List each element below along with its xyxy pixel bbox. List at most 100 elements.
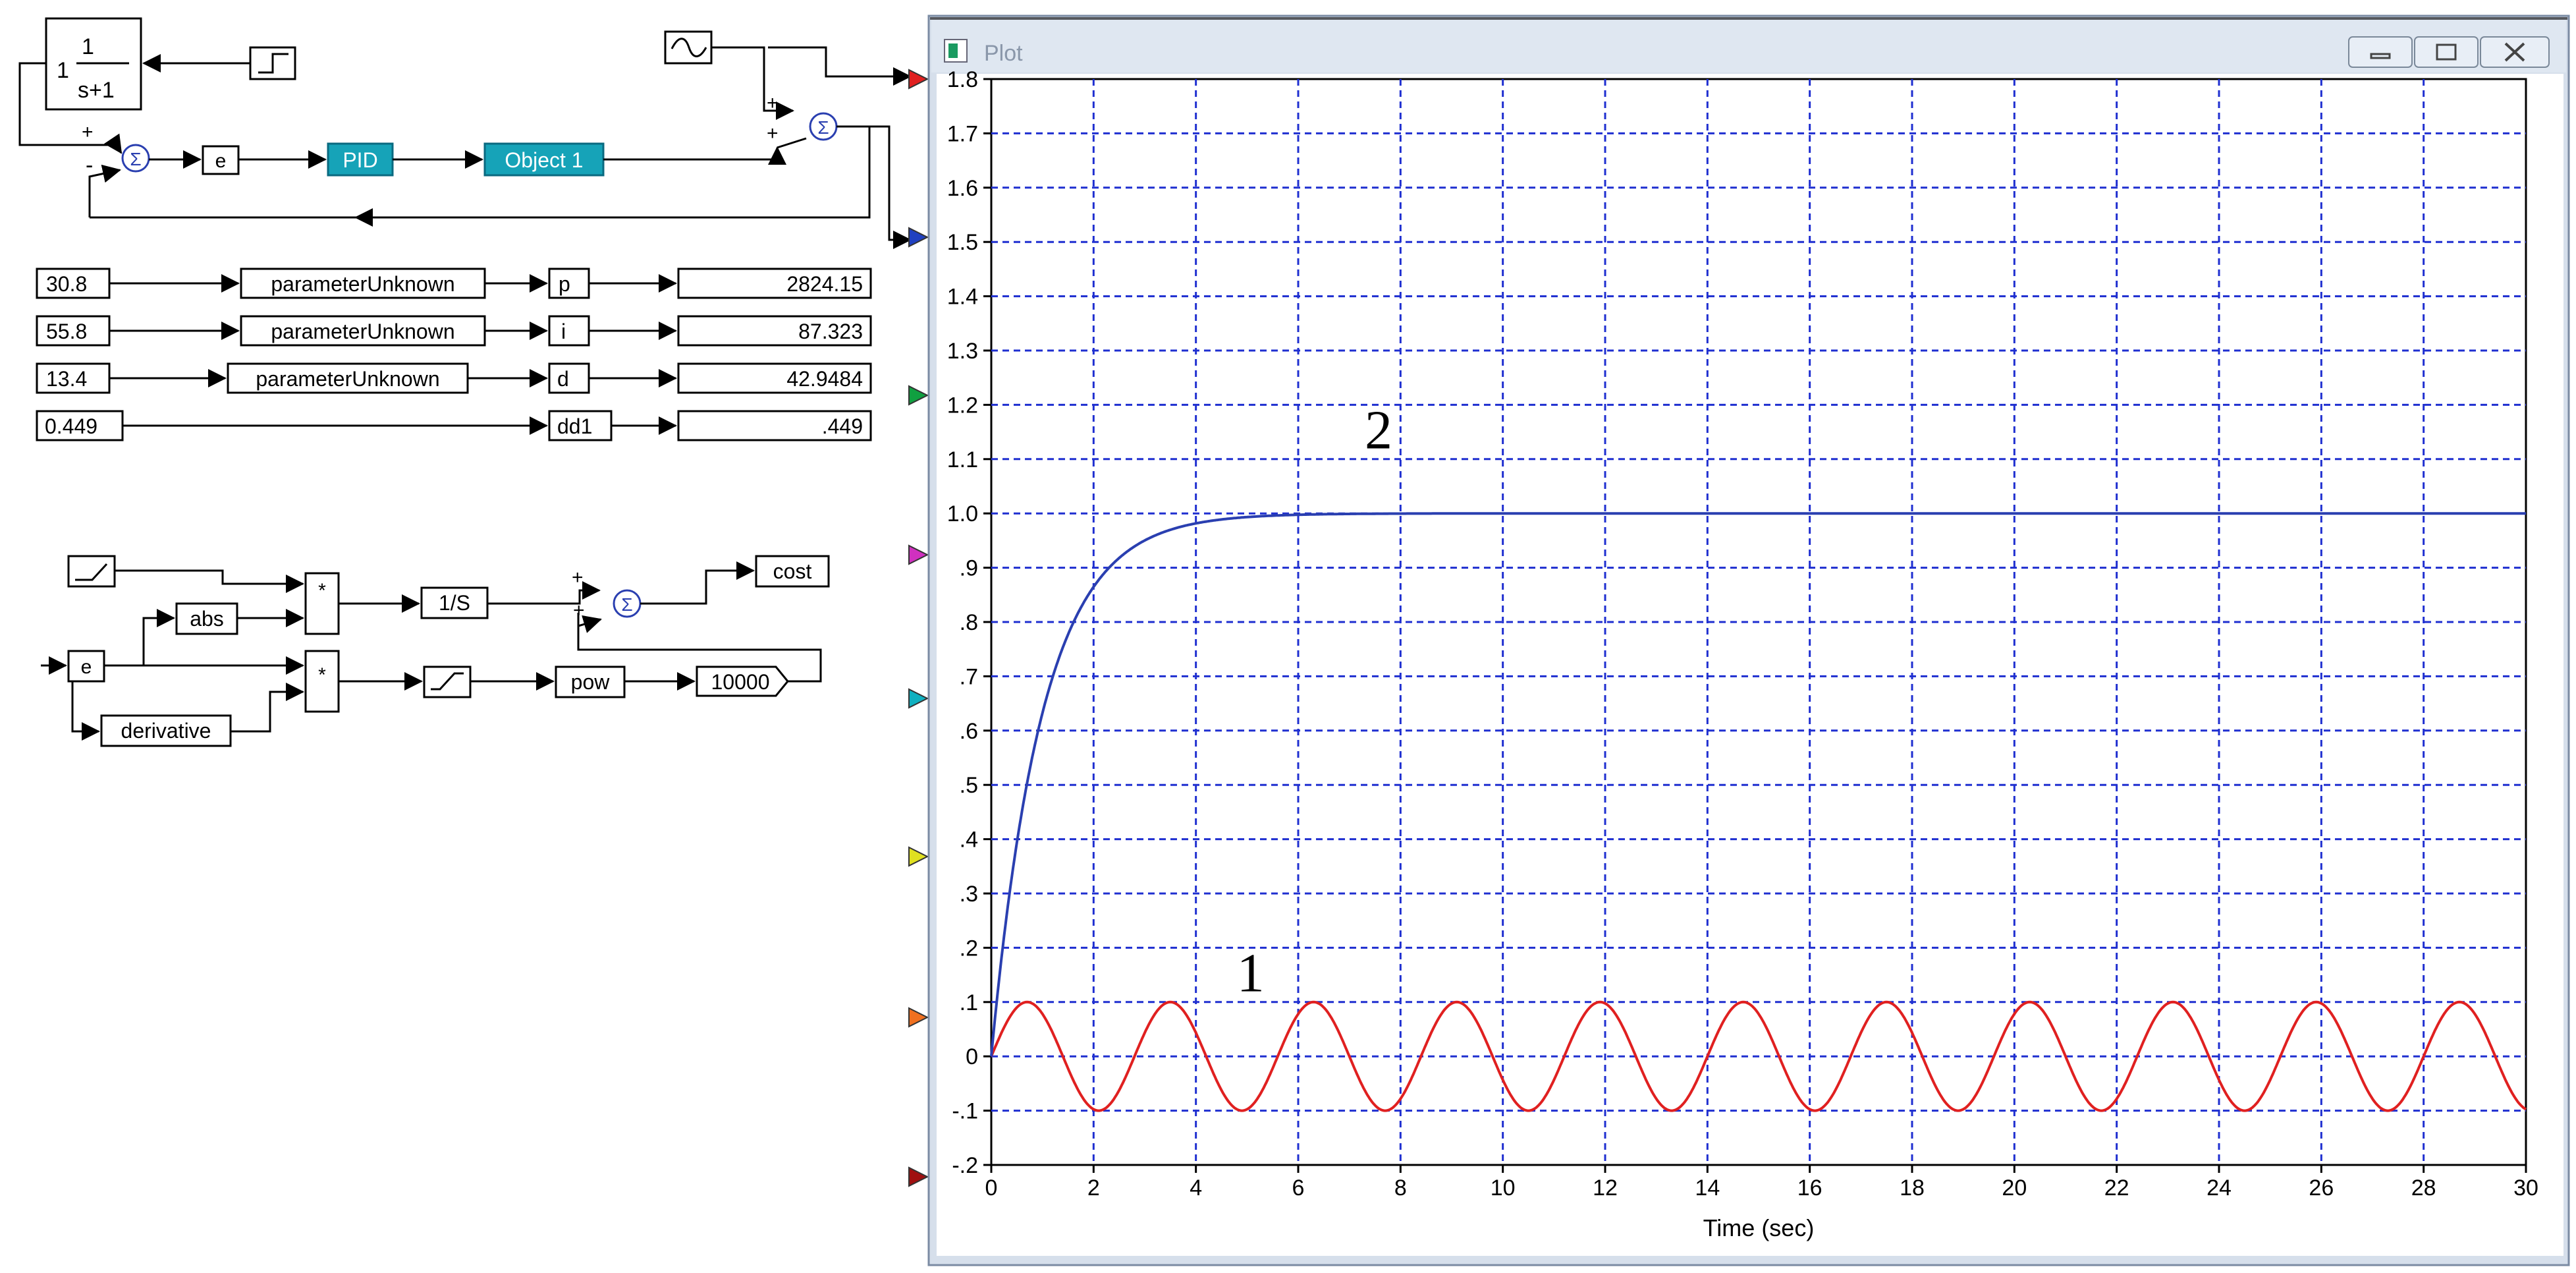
- y-tick-label: -.2: [952, 1153, 978, 1178]
- y-tick-label: 1.6: [947, 176, 978, 201]
- tf-gain: 1: [57, 58, 69, 83]
- curve-annotation: 2: [1365, 399, 1392, 461]
- object1-block[interactable]: Object 1: [483, 142, 605, 177]
- param-value: 42.9484: [786, 367, 863, 391]
- input-port-5[interactable]: [908, 688, 929, 709]
- block-diagram: 1 1 s+1 Σ + - e PID Object 1 Σ + + 30.8 …: [18, 17, 912, 747]
- y-tick-label: .4: [960, 828, 978, 853]
- svg-text:e: e: [81, 656, 92, 678]
- ramp-source-icon[interactable]: [67, 555, 116, 588]
- svg-text:parameterUnknown: parameterUnknown: [256, 367, 439, 391]
- pow-block[interactable]: pow: [555, 665, 626, 698]
- param-value: 87.323: [798, 320, 863, 343]
- svg-text:e: e: [215, 150, 227, 172]
- sum3-symbol: Σ: [621, 594, 632, 615]
- svg-text:*: *: [318, 580, 326, 602]
- y-tick-label: .7: [960, 664, 978, 689]
- mult1-block[interactable]: *: [304, 572, 340, 635]
- mult2-block[interactable]: *: [304, 650, 340, 713]
- y-tick-label: .2: [960, 936, 978, 961]
- input-port-6[interactable]: [908, 846, 929, 867]
- y-tick-label: .8: [960, 610, 978, 635]
- x-tick-label: 20: [2002, 1175, 2027, 1201]
- svg-text:pow: pow: [571, 670, 611, 694]
- sum1-block[interactable]: Σ: [121, 144, 150, 173]
- transfer-function-block[interactable]: 1 1 s+1: [45, 17, 142, 111]
- y-tick-label: 1.1: [947, 447, 978, 472]
- x-tick-label: 30: [2513, 1175, 2538, 1201]
- plot-area[interactable]: 0 2 4 6 8 10 12 14 16 18 20 22 24 26 28 30-.2-.10.1.2.3…: [947, 67, 2538, 1241]
- integrator-block[interactable]: 1/S: [420, 586, 489, 619]
- close-button[interactable]: [2480, 36, 2550, 68]
- input-port-7[interactable]: [908, 1007, 929, 1028]
- param-input: 0.449: [45, 414, 97, 438]
- x-axis-label: Time (sec): [1703, 1214, 1815, 1241]
- y-tick-label: -.1: [952, 1099, 978, 1124]
- step-source-icon[interactable]: [249, 46, 296, 80]
- svg-text:+: +: [767, 92, 779, 114]
- window-title: Plot: [984, 41, 1023, 66]
- x-tick-label: 6: [1292, 1175, 1305, 1201]
- param-name: d: [557, 367, 569, 391]
- e-block-top[interactable]: e: [202, 145, 240, 175]
- x-tick-label: 0: [985, 1175, 998, 1201]
- curve-annotation: 1: [1237, 942, 1265, 1004]
- y-tick-label: .6: [960, 719, 978, 744]
- param-input: 30.8: [46, 272, 87, 296]
- x-tick-label: 26: [2309, 1175, 2334, 1201]
- cost-block[interactable]: cost: [755, 555, 830, 588]
- y-tick-label: 1.0: [947, 501, 978, 526]
- sum1-symbol: Σ: [130, 149, 141, 169]
- e-block-bottom[interactable]: e: [67, 650, 105, 683]
- param-row: 13.4 parameterUnknown d 42.9484: [36, 362, 872, 394]
- sum2-block[interactable]: Σ: [809, 112, 838, 141]
- y-tick-label: 1.5: [947, 230, 978, 255]
- x-tick-label: 14: [1695, 1175, 1720, 1201]
- y-tick-label: .1: [960, 990, 978, 1015]
- sum1-plus: +: [82, 121, 94, 143]
- input-port-4[interactable]: [908, 544, 929, 565]
- workspace-canvas: 1 1 s+1 Σ + - e PID Object 1 Σ + + 30.8 …: [18, 14, 2570, 1266]
- x-tick-label: 12: [1593, 1175, 1618, 1201]
- window-titlebar[interactable]: Plot: [931, 20, 2566, 72]
- svg-text:parameterUnknown: parameterUnknown: [271, 272, 454, 296]
- saturation-icon[interactable]: [423, 665, 472, 698]
- param-row: 30.8 parameterUnknown p 2824.15: [36, 268, 872, 299]
- input-port-3[interactable]: [908, 385, 929, 406]
- maximize-button[interactable]: [2414, 36, 2479, 68]
- svg-text:cost: cost: [773, 559, 812, 583]
- input-port-8[interactable]: [908, 1166, 929, 1187]
- param-row: 55.8 parameterUnknown i 87.323: [36, 315, 872, 347]
- svg-text:10000: 10000: [711, 670, 770, 694]
- const-10000-block[interactable]: 10000: [696, 665, 789, 697]
- param-name: i: [561, 320, 566, 343]
- svg-text:+: +: [572, 567, 584, 588]
- y-tick-label: .9: [960, 556, 978, 581]
- y-tick-label: 1.4: [947, 285, 978, 310]
- x-tick-label: 24: [2206, 1175, 2232, 1201]
- svg-text:*: *: [318, 664, 326, 686]
- sum3-block[interactable]: Σ: [613, 589, 642, 618]
- input-port-1[interactable]: [908, 69, 929, 90]
- tf-numerator: 1: [82, 34, 94, 59]
- y-tick-label: .3: [960, 882, 978, 907]
- plot-window: Plot 0 2 4 6 8 10 12 14 16 18 20 22 24 26 28 30-.2-.10.…: [908, 14, 2570, 1266]
- input-port-2[interactable]: [908, 227, 929, 248]
- x-tick-label: 18: [1900, 1175, 1925, 1201]
- svg-text:1/S: 1/S: [439, 591, 470, 615]
- y-tick-label: 1.7: [947, 121, 978, 146]
- abs-block[interactable]: abs: [175, 602, 238, 635]
- derivative-block[interactable]: derivative: [100, 714, 232, 747]
- sine-source-icon[interactable]: [664, 30, 713, 65]
- svg-text:Object 1: Object 1: [505, 148, 583, 172]
- svg-text:abs: abs: [190, 607, 224, 631]
- minimize-button[interactable]: [2348, 36, 2413, 68]
- y-tick-label: 0: [966, 1044, 978, 1069]
- y-tick-label: 1.8: [947, 67, 978, 92]
- x-tick-label: 2: [1087, 1175, 1100, 1201]
- pid-block[interactable]: PID: [327, 142, 394, 177]
- param-rows: 30.8 parameterUnknown p 2824.15 55.8 par…: [36, 268, 872, 441]
- param-name: dd1: [557, 414, 592, 438]
- x-tick-label: 22: [2104, 1175, 2129, 1201]
- x-tick-label: 28: [2411, 1175, 2436, 1201]
